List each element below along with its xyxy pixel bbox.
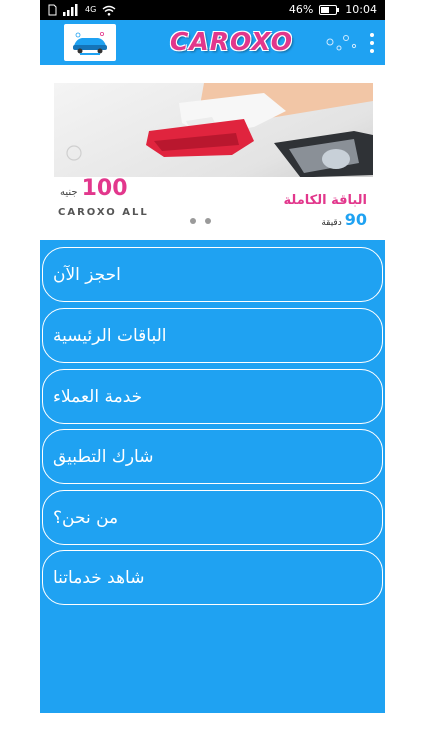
duration-unit: دقيقة	[321, 218, 342, 228]
menu-item-label: الباقات الرئيسية	[53, 325, 167, 346]
wifi-icon	[102, 5, 116, 16]
menu-item-label: شاهد خدماتنا	[53, 567, 145, 588]
menu-item-label: شارك التطبيق	[53, 446, 154, 467]
bubbles-decoration-icon	[326, 35, 357, 51]
menu-item-label: خدمة العملاء	[53, 386, 143, 407]
menu-item-customer-service[interactable]: خدمة العملاء	[42, 369, 383, 424]
battery-icon	[319, 5, 340, 15]
car-wash-logo-icon	[64, 24, 116, 61]
brand-wordmark: CAROXO	[170, 27, 293, 56]
signal-icon	[63, 4, 79, 16]
main-menu: احجز الآن الباقات الرئيسية خدمة العملاء …	[40, 240, 385, 713]
price-unit: جنيه	[60, 187, 78, 198]
package-duration: 90 دقيقة	[321, 210, 367, 229]
status-left: 4G	[48, 0, 116, 20]
network-type: 4G	[85, 5, 97, 14]
package-title: الباقة الكاملة	[283, 193, 367, 208]
menu-item-label: احجز الآن	[53, 264, 121, 285]
promo-banner[interactable]: جنيه 100 CAROXO ALL الباقة الكاملة 90 دق…	[54, 83, 373, 231]
carousel-indicator	[190, 218, 211, 224]
battery-percent: 46%	[288, 3, 314, 16]
more-vertical-icon[interactable]	[365, 31, 379, 55]
menu-item-label: من نحن؟	[53, 507, 119, 528]
app-screen: 4G 46% 10:04 CAROXO جنيه 100 CAROXO ALL …	[40, 0, 385, 713]
menu-item-book-now[interactable]: احجز الآن	[42, 247, 383, 302]
menu-item-main-packages[interactable]: الباقات الرئيسية	[42, 308, 383, 363]
status-bar: 4G 46% 10:04	[40, 0, 385, 20]
carousel-dot-2[interactable]	[205, 218, 211, 224]
duration-value: 90	[344, 210, 367, 229]
clock: 10:04	[345, 3, 377, 16]
banner-brand-line: CAROXO ALL	[58, 207, 149, 218]
menu-item-share-app[interactable]: شارك التطبيق	[42, 429, 383, 484]
price: جنيه 100	[60, 176, 128, 201]
sim-icon	[48, 4, 57, 16]
menu-item-our-services[interactable]: شاهد خدماتنا	[42, 550, 383, 605]
menu-item-about-us[interactable]: من نحن؟	[42, 490, 383, 545]
carousel-dot-1[interactable]	[190, 218, 196, 224]
price-value: 100	[81, 176, 128, 201]
app-bar: CAROXO	[40, 20, 385, 65]
status-right: 46% 10:04	[289, 0, 377, 20]
